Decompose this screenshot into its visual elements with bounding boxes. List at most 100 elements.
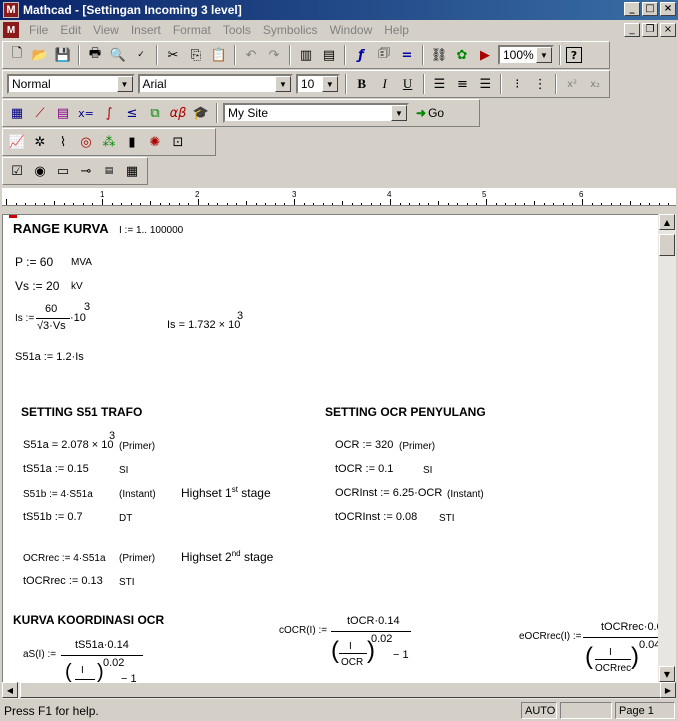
programming-icon[interactable]: ⧉ [145, 103, 165, 123]
run-script-icon[interactable]: ▶ [475, 45, 495, 65]
greek-icon[interactable]: αβ [168, 103, 188, 123]
print-icon[interactable]: 🖶 [85, 45, 105, 65]
minimize-button[interactable]: _ [624, 2, 640, 16]
is-lhs[interactable]: Is := [15, 313, 34, 324]
component-wizard-icon[interactable]: ✿ [452, 45, 472, 65]
horizontal-scroll-thumb[interactable] [20, 682, 662, 698]
save-icon[interactable]: 💾 [53, 45, 73, 65]
eocr-lhs[interactable]: eOCRrec(I) := [519, 631, 582, 642]
style-select[interactable]: Normal ▼ [7, 74, 135, 94]
paste-icon[interactable]: 📋 [209, 45, 229, 65]
underline-icon[interactable]: U [398, 74, 418, 94]
zoom-select[interactable]: 100% ▼ [498, 45, 554, 65]
ocrrec-definition[interactable]: OCRrec := 4·S51a [23, 553, 106, 564]
checkbox-control-icon[interactable]: ☑ [7, 161, 27, 181]
chevron-down-icon[interactable]: ▼ [274, 76, 291, 92]
bar-3d-icon[interactable]: ▮ [122, 132, 142, 152]
help-icon[interactable]: ? [566, 47, 582, 63]
chevron-down-icon[interactable]: ▼ [536, 47, 552, 63]
bold-icon[interactable]: B [352, 74, 372, 94]
scroll-right-icon[interactable]: ▶ [660, 682, 676, 698]
doc-close-button[interactable]: × [660, 23, 676, 37]
calculator-icon[interactable]: ▦ [7, 103, 27, 123]
surface-plot-icon[interactable]: ⌇ [53, 132, 73, 152]
vs-definition[interactable]: Vs := 20 [15, 279, 59, 293]
worksheet[interactable]: RANGE KURVA I := 1.. 100000 P := 60 MVA … [2, 214, 658, 682]
xy-plot-icon[interactable]: 📈 [7, 132, 27, 152]
bullets-icon[interactable]: ⁝ [507, 74, 527, 94]
italic-icon[interactable]: I [375, 74, 395, 94]
scroll-up-icon[interactable]: ▲ [659, 214, 675, 230]
redo-icon[interactable]: ↷ [264, 45, 284, 65]
tocr-definition[interactable]: tOCR := 0.1 [335, 463, 393, 475]
ts51b-definition[interactable]: tS51b := 0.7 [23, 511, 83, 523]
menu-edit[interactable]: Edit [54, 23, 87, 37]
horizontal-scrollbar[interactable]: ◀ ▶ [2, 682, 676, 699]
evaluation-icon[interactable]: x= [76, 103, 96, 123]
go-button[interactable]: ➜ Go [412, 106, 448, 120]
url-select[interactable]: My Site ▼ [223, 103, 409, 123]
vertical-scroll-thumb[interactable] [659, 234, 675, 256]
tocrrec-definition[interactable]: tOCRrec := 0.13 [23, 575, 103, 587]
scatter-3d-icon[interactable]: ⁂ [99, 132, 119, 152]
align-across-icon[interactable]: ▥ [296, 45, 316, 65]
doc-restore-button[interactable]: ❐ [642, 23, 658, 37]
copy-icon[interactable]: ⎘ [186, 45, 206, 65]
superscript-icon[interactable]: x² [562, 74, 582, 94]
boolean-icon[interactable]: ≤ [122, 103, 142, 123]
tocrinst-definition[interactable]: tOCRInst := 0.08 [335, 511, 417, 523]
button-control-icon[interactable]: ▭ [53, 161, 73, 181]
ocr-definition[interactable]: OCR := 320 [335, 439, 393, 451]
menu-file[interactable]: File [23, 23, 54, 37]
align-down-icon[interactable]: ▤ [319, 45, 339, 65]
menu-window[interactable]: Window [324, 23, 379, 37]
chevron-down-icon[interactable]: ▼ [321, 76, 338, 92]
symbolic-icon[interactable]: 🎓 [191, 103, 211, 123]
document-icon[interactable]: M [3, 22, 19, 38]
textbox-control-icon[interactable]: ▤ [99, 161, 119, 181]
p-definition[interactable]: P := 60 [15, 255, 53, 269]
numbering-icon[interactable]: ⋮ [530, 74, 550, 94]
menu-format[interactable]: Format [167, 23, 217, 37]
s51a-definition[interactable]: S51a := 1.2·Is [15, 351, 84, 363]
polar-plot-icon[interactable]: ✲ [30, 132, 50, 152]
matrix-icon[interactable]: ▤ [53, 103, 73, 123]
close-button[interactable]: × [660, 2, 676, 16]
menu-help[interactable]: Help [378, 23, 415, 37]
open-folder-icon[interactable]: 📂 [30, 45, 50, 65]
subscript-icon[interactable]: x₂ [585, 74, 605, 94]
plot-wizard-icon[interactable]: ⊡ [168, 132, 188, 152]
align-left-icon[interactable]: ☰ [430, 74, 450, 94]
vector-field-icon[interactable]: ✺ [145, 132, 165, 152]
s51b-definition[interactable]: S51b := 4·S51a [23, 489, 93, 500]
contour-plot-icon[interactable]: ◎ [76, 132, 96, 152]
doc-minimize-button[interactable]: _ [624, 23, 640, 37]
calculus-icon[interactable]: ∫ [99, 103, 119, 123]
chevron-down-icon[interactable]: ▼ [391, 105, 407, 121]
new-file-icon[interactable]: 🗋 [7, 45, 27, 65]
print-preview-icon[interactable]: 🔍 [108, 45, 128, 65]
scroll-left-icon[interactable]: ◀ [2, 682, 18, 698]
maximize-button[interactable]: □ [642, 2, 658, 16]
mathcad-app-icon[interactable]: M [3, 2, 19, 18]
listbox-control-icon[interactable]: ▦ [122, 161, 142, 181]
menu-symbolics[interactable]: Symbolics [257, 23, 324, 37]
menu-view[interactable]: View [87, 23, 125, 37]
radio-control-icon[interactable]: ◉ [30, 161, 50, 181]
is-result[interactable]: Is = 1.732 × 10 [167, 319, 240, 331]
insert-hyperlink-icon[interactable]: ⛓ [429, 45, 449, 65]
font-select[interactable]: Arial ▼ [137, 74, 293, 94]
ruler[interactable]: 1 2 3 4 5 6 [2, 188, 676, 206]
s51a-result[interactable]: S51a = 2.078 × 10 [23, 439, 114, 451]
menu-insert[interactable]: Insert [125, 23, 167, 37]
graph-toolbar-icon[interactable]: ⟋ [30, 103, 50, 123]
menu-tools[interactable]: Tools [217, 23, 257, 37]
insert-function-icon[interactable]: ƒ [351, 45, 371, 65]
spell-check-icon[interactable]: ✓ [131, 45, 151, 65]
font-size-select[interactable]: 10 ▼ [295, 74, 340, 94]
scroll-down-icon[interactable]: ▼ [659, 666, 675, 682]
ts51a-definition[interactable]: tS51a := 0.15 [23, 463, 89, 475]
align-center-icon[interactable]: ≡ [452, 74, 472, 94]
range-definition[interactable]: I := 1.. 100000 [119, 225, 183, 236]
align-right-icon[interactable]: ☰ [475, 74, 495, 94]
